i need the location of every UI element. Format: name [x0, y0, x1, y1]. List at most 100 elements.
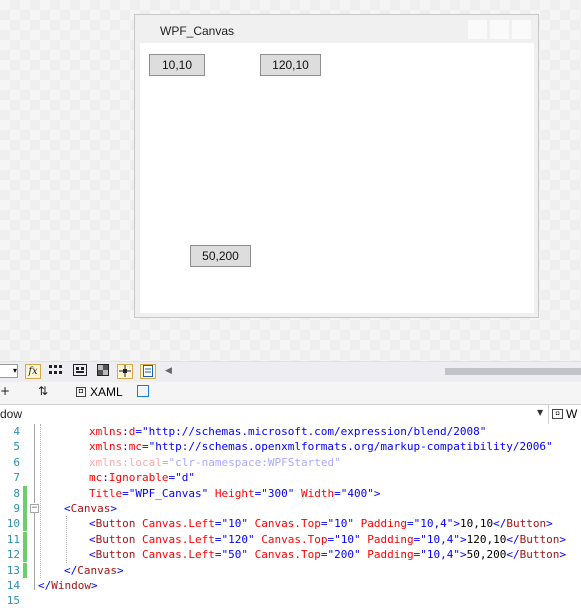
code-line[interactable]: 4 xmlns:d="http://schemas.microsoft.com/e…: [0, 424, 581, 439]
code-token: Button: [519, 532, 560, 546]
code-token: >: [459, 548, 467, 562]
snap-lines-icon[interactable]: [117, 364, 133, 379]
code-text: Title="WPF_Canvas" Height="300" Width="4…: [89, 486, 380, 501]
code-line[interactable]: 5 xmlns:mc="http://schemas.openxmlformats…: [0, 439, 581, 454]
scroll-left-icon[interactable]: ◀: [165, 366, 172, 376]
code-token: "50": [221, 548, 248, 562]
code-token: <: [89, 532, 96, 546]
code-token: Height: [208, 486, 255, 500]
code-line[interactable]: 7 mc:Ignorable="d": [0, 470, 581, 485]
code-token: <: [64, 502, 71, 515]
code-line[interactable]: 9 − <Canvas>: [0, 501, 581, 516]
change-marker: [23, 531, 27, 547]
code-token: Ignorable: [108, 471, 169, 485]
code-token: Button: [95, 532, 136, 546]
code-token: Canvas.Left: [135, 517, 215, 531]
minimize-button[interactable]: [467, 19, 488, 40]
code-line[interactable]: 11 <Button Canvas.Left="120" Canvas.Top="…: [0, 531, 581, 547]
navigation-bar: dow ▼ ◘ W: [0, 404, 581, 425]
change-marker: [23, 424, 27, 439]
xaml-code-editor[interactable]: 4 xmlns:d="http://schemas.microsoft.com/e…: [0, 424, 581, 608]
divider: [548, 405, 549, 424]
canvas-button-10-10[interactable]: 10,10: [149, 54, 205, 76]
close-button[interactable]: [511, 19, 532, 40]
code-token: >: [559, 548, 566, 562]
code-line[interactable]: 12 <Button Canvas.Left="50" Canvas.Top="2…: [0, 547, 581, 563]
code-token: "http://schemas.microsoft.com/expression…: [142, 425, 487, 438]
canvas-button-50-200[interactable]: 50,200: [190, 245, 251, 267]
code-text: xmlns:mc="http://schemas.openxmlformats.…: [89, 439, 553, 454]
window-titlebar[interactable]: WPF_Canvas: [135, 15, 538, 43]
line-number: 11: [6, 532, 20, 546]
code-token: "10": [334, 532, 361, 546]
code-token: Canvas.Top: [254, 532, 328, 546]
code-line[interactable]: 14 </Window>: [0, 578, 581, 593]
code-token: =: [334, 486, 341, 500]
code-text: <Canvas>: [64, 501, 117, 516]
code-token: "WPF_Canvas": [128, 486, 209, 500]
code-token: Title: [89, 486, 123, 500]
zoom-combo[interactable]: ▾: [0, 364, 18, 378]
change-marker: [23, 485, 27, 501]
line-number: 15: [6, 594, 20, 608]
popout-icon[interactable]: [137, 385, 149, 397]
code-token: </: [493, 517, 507, 531]
wpf-window-preview[interactable]: WPF_Canvas 10,10 120,10 50,200: [134, 14, 539, 318]
code-token: "400": [340, 486, 374, 500]
code-token: Canvas: [70, 502, 111, 515]
code-token: =: [406, 517, 414, 531]
grid-icon[interactable]: [48, 364, 64, 379]
maximize-button[interactable]: [489, 19, 510, 40]
member-scope-dropdown[interactable]: ◘ W: [552, 407, 577, 421]
code-token: Button: [95, 548, 136, 562]
type-scope-dropdown[interactable]: dow: [0, 407, 22, 421]
line-number: 7: [13, 471, 20, 485]
code-line[interactable]: 8 Title="WPF_Canvas" Height="300" Width="…: [0, 485, 581, 501]
indent-guide: [66, 516, 67, 563]
line-number: 9: [13, 502, 20, 515]
member-scope-label: W: [566, 407, 578, 421]
code-token: 10,10: [459, 517, 494, 531]
swap-panes-icon[interactable]: ⇅: [38, 384, 48, 398]
snap-grid-icon[interactable]: [72, 364, 88, 379]
artboard-background-icon[interactable]: [95, 364, 111, 379]
code-token: :: [122, 440, 129, 454]
caption-buttons: [467, 19, 532, 40]
code-token: "10,4": [420, 532, 460, 546]
fx-icon[interactable]: fx: [25, 364, 41, 379]
collapse-icon[interactable]: −: [30, 504, 39, 513]
code-token: </: [64, 563, 78, 577]
code-token: "200": [327, 548, 361, 562]
code-text: </Window>: [38, 578, 98, 593]
code-token: "10,4": [413, 517, 454, 531]
code-text: <Button Canvas.Left="120" Canvas.Top="10…: [89, 532, 566, 547]
code-line[interactable]: 10 <Button Canvas.Left="10" Canvas.Top="1…: [0, 516, 581, 532]
code-token: Padding: [360, 548, 414, 562]
code-line[interactable]: 6 xmlns:local="clr-namespace:WPFStarted": [0, 455, 581, 470]
canvas-area[interactable]: 10,10 120,10 50,200: [140, 43, 534, 313]
annotations-icon[interactable]: [140, 364, 156, 379]
window-title: WPF_Canvas: [160, 24, 235, 38]
canvas-button-120-10[interactable]: 120,10: [260, 54, 321, 76]
change-marker: [23, 455, 27, 470]
line-number: 12: [6, 548, 20, 562]
code-token: Canvas.Left: [135, 532, 215, 546]
code-token: "120": [221, 532, 255, 546]
code-token: :: [122, 455, 129, 469]
code-token: "10": [221, 517, 248, 531]
tab-xaml-label: XAML: [90, 385, 123, 399]
code-line[interactable]: 15: [0, 593, 581, 608]
chevron-down-icon[interactable]: ▼: [537, 408, 543, 417]
code-token: Width: [294, 486, 335, 500]
code-token: Canvas: [77, 563, 117, 577]
horizontal-scrollbar-thumb[interactable]: [445, 368, 581, 375]
design-surface[interactable]: WPF_Canvas 10,10 120,10 50,200: [0, 0, 581, 362]
line-number: 4: [13, 425, 20, 438]
view-tabbar: + ⇅ ◘ XAML: [0, 382, 581, 403]
code-line[interactable]: 13 </Canvas>: [0, 562, 581, 578]
code-token: =: [122, 486, 129, 500]
tab-xaml[interactable]: ◘ XAML: [76, 385, 123, 399]
add-icon[interactable]: +: [0, 384, 10, 398]
code-text: <Button Canvas.Left="50" Canvas.Top="200…: [89, 547, 566, 562]
code-token: local: [128, 455, 162, 469]
